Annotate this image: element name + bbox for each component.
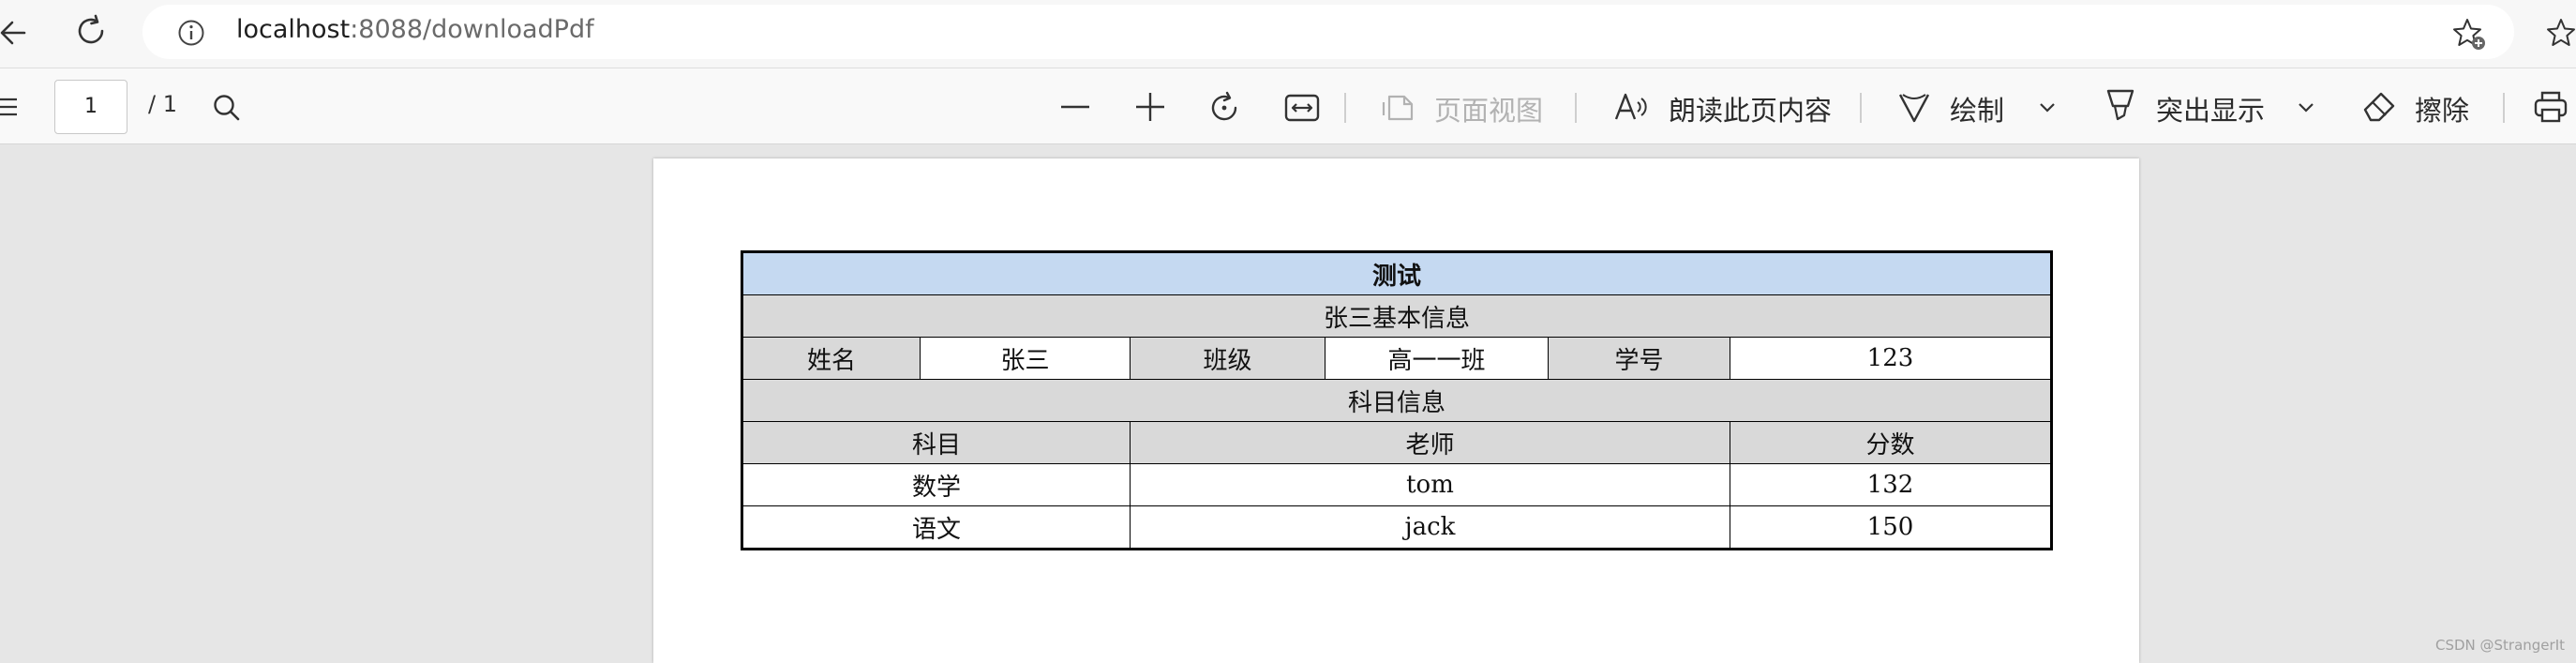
table-row: 语文 jack 150 [741, 505, 2052, 550]
student-id-label: 学号 [1548, 337, 1730, 380]
zoom-in-icon[interactable] [1134, 91, 1166, 123]
toolbar-separator [1860, 93, 1862, 123]
teacher-cell: tom [1130, 463, 1730, 506]
subject-header-row: 科目 老师 分数 [741, 421, 2052, 464]
subject-section-row: 科目信息 [741, 379, 2052, 422]
name-value: 张三 [920, 337, 1131, 380]
student-info-table: 测试 张三基本信息 姓名 张三 班级 高一一班 学号 123 科目信息 科目 老… [741, 250, 2053, 550]
url-host: localhost [236, 15, 351, 44]
page-total: / 1 [148, 91, 177, 117]
address-bar-region: localhost:8088/downloadPdf [0, 0, 2576, 68]
toolbar-separator [2503, 93, 2505, 123]
read-aloud-icon[interactable] [1614, 91, 1648, 123]
name-label: 姓名 [741, 337, 921, 380]
toolbar-separator [1575, 93, 1577, 123]
score-cell: 132 [1730, 463, 2052, 506]
page-number-input[interactable]: 1 [54, 80, 127, 134]
draw-icon[interactable] [1897, 89, 1931, 125]
column-header: 老师 [1130, 421, 1730, 464]
table-row: 数学 tom 132 [741, 463, 2052, 506]
draw-label[interactable]: 绘制 [1950, 89, 2004, 128]
subject-section-title: 科目信息 [741, 379, 2052, 422]
page-view-icon[interactable] [1382, 93, 1415, 123]
url-path: :8088/downloadPdf [350, 15, 594, 44]
pdf-toolbar: 1 / 1 页面视图 朗读此页内容 绘制 突出显示 擦除 [0, 68, 2576, 144]
pdf-page: 测试 张三基本信息 姓名 张三 班级 高一一班 学号 123 科目信息 科目 老… [653, 158, 2139, 663]
chevron-down-icon[interactable] [2038, 100, 2057, 115]
site-info-icon[interactable] [177, 19, 205, 47]
favorites-icon[interactable] [2546, 17, 2576, 49]
read-aloud-label[interactable]: 朗读此页内容 [1669, 89, 1832, 128]
student-id-value: 123 [1730, 337, 2052, 380]
basic-section-row: 张三基本信息 [741, 294, 2052, 338]
zoom-out-icon[interactable] [1059, 93, 1091, 121]
class-label: 班级 [1130, 337, 1325, 380]
basic-section-title: 张三基本信息 [741, 294, 2052, 338]
table-title: 测试 [741, 251, 2052, 295]
erase-label[interactable]: 擦除 [2415, 89, 2469, 128]
fit-width-icon[interactable] [1284, 93, 1320, 123]
toolbar-separator [1344, 93, 1346, 123]
score-cell: 150 [1730, 505, 2052, 550]
favorite-add-icon[interactable] [2452, 17, 2488, 53]
watermark: CSDN @StrangerIt [2434, 637, 2565, 654]
back-arrow-icon[interactable] [0, 17, 28, 49]
column-header: 科目 [741, 421, 1131, 464]
contents-menu-icon[interactable] [0, 95, 21, 119]
subject-cell: 语文 [741, 505, 1131, 550]
reload-icon[interactable] [73, 13, 109, 49]
eraser-icon[interactable] [2362, 89, 2398, 123]
table-title-row: 测试 [741, 251, 2052, 295]
teacher-cell: jack [1130, 505, 1730, 550]
rotate-icon[interactable] [1207, 91, 1243, 125]
highlight-label[interactable]: 突出显示 [2156, 89, 2265, 128]
search-icon[interactable] [212, 93, 242, 123]
page-view-label[interactable]: 页面视图 [1434, 89, 1543, 128]
basic-info-row: 姓名 张三 班级 高一一班 学号 123 [741, 337, 2052, 380]
subject-cell: 数学 [741, 463, 1131, 506]
chevron-down-icon[interactable] [2297, 100, 2315, 115]
column-header: 分数 [1730, 421, 2052, 464]
print-icon[interactable] [2533, 89, 2569, 125]
highlight-icon[interactable] [2104, 87, 2137, 125]
class-value: 高一一班 [1325, 337, 1549, 380]
url-text[interactable]: localhost:8088/downloadPdf [236, 15, 594, 44]
